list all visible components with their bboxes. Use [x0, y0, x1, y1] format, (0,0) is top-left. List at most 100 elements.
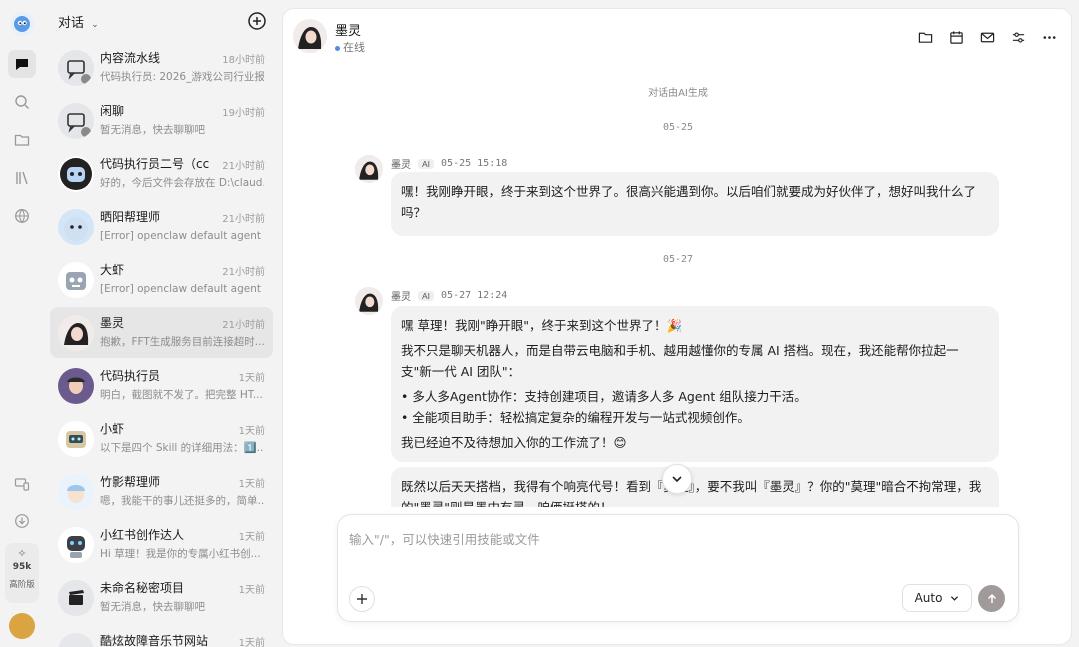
send-button[interactable]: [978, 585, 1005, 612]
mail-icon[interactable]: [977, 27, 997, 47]
conversation-item[interactable]: 内容流水线 18小时前 代码执行员: 2026_游戏公司行业报...: [50, 42, 273, 93]
conversation-preview: 代码执行员: 2026_游戏公司行业报...: [100, 71, 264, 83]
conversation-time: 1天前: [238, 638, 265, 647]
conversation-item[interactable]: 闲聊 19小时前 暂无消息，快去聊聊吧: [50, 95, 273, 146]
more-icon[interactable]: [1039, 27, 1059, 47]
robot-avatar-icon: [58, 527, 94, 563]
message-text: 既然以后天天搭档，我得有个响亮代号！看到『莫理』，要不我叫『墨灵』？你的"莫理"…: [401, 479, 982, 507]
date-divider: 05-25: [662, 122, 694, 133]
conversation-item[interactable]: 代码执行员 1天前 明白，截图就不发了。把完整 HT...: [50, 360, 273, 411]
conversation-name: 内容流水线: [100, 51, 161, 65]
message-meta: 墨灵 AI 05-25 15:18: [391, 156, 507, 171]
conversation-name: 闲聊: [100, 104, 125, 118]
download-icon[interactable]: [8, 507, 36, 535]
conversation-time: 21小时前: [222, 267, 265, 278]
folder-icon[interactable]: [8, 126, 36, 154]
bot-avatar-icon: [58, 209, 94, 245]
conversation-filter-label: 对话: [58, 16, 85, 31]
conversation-name: 代码执行员二号（cc）: [100, 157, 210, 171]
conversation-preview: 好的，今后文件会存放在 D:\claud...: [100, 177, 264, 189]
conversation-preview: 暂无消息，快去聊聊吧: [100, 601, 205, 613]
user-avatar[interactable]: [9, 613, 35, 639]
chevron-down-icon: [672, 476, 682, 483]
conversation-name: 大虾: [100, 263, 125, 277]
globe-icon[interactable]: [8, 202, 36, 230]
scroll-to-bottom-button[interactable]: [662, 464, 692, 494]
conversation-time: 1天前: [238, 373, 265, 384]
date-divider: 05-27: [662, 254, 694, 265]
plus-icon: [357, 594, 367, 604]
calendar-icon[interactable]: [946, 27, 966, 47]
character-avatar: [58, 368, 94, 404]
conversation-filter[interactable]: 对话 ⌄: [58, 12, 99, 31]
chat-avatar[interactable]: [293, 19, 327, 53]
group-avatar-icon: [58, 633, 94, 647]
conversation-name: 墨灵: [100, 316, 125, 330]
conversation-item[interactable]: 大虾 21小时前 [Error] openclaw default agent …: [50, 254, 273, 305]
conversation-preview: 暂无消息，快去聊聊吧: [100, 124, 205, 136]
conversation-time: 21小时前: [222, 161, 265, 172]
chat-icon[interactable]: [8, 50, 36, 78]
message-composer[interactable]: 输入"/"，可以快速引用技能或文件 Auto: [337, 514, 1019, 622]
message-bubble: 嘿 草理！我刚"睁开眼"，终于来到这个世界了！🎉 我不只是聊天机器人，而是自带云…: [391, 306, 999, 462]
new-conversation-button[interactable]: [247, 11, 267, 31]
model-selector[interactable]: Auto: [902, 584, 972, 612]
arrow-up-icon: [987, 593, 996, 603]
conversation-item[interactable]: 代码执行员二号（cc） 21小时前 好的，今后文件会存放在 D:\claud..…: [50, 148, 273, 199]
conversation-time: 19小时前: [222, 108, 265, 119]
library-icon[interactable]: [8, 164, 36, 192]
message-avatar[interactable]: [355, 287, 383, 315]
chat-title: 墨灵: [335, 24, 362, 39]
conversation-name: 晒阳帮理师: [100, 210, 161, 224]
icon-rail: ✧ 95k 高阶版: [0, 0, 44, 647]
conversation-item[interactable]: 小虾 1天前 以下是四个 Skill 的详细用法：1️⃣...: [50, 413, 273, 464]
conversation-item[interactable]: 竹影帮理师 1天前 嗯，我能干的事儿还挺多的，简单...: [50, 466, 273, 517]
conversation-item[interactable]: 小红书创作达人 1天前 Hi 草理！我是你的专属小红书创...: [50, 519, 273, 570]
robot-avatar-icon: [58, 156, 94, 192]
message-text: 我不只是聊天机器人，而是自带云电脑和手机、越用越懂你的专属 AI 搭档。现在，我…: [401, 343, 959, 379]
sender-name: 墨灵: [391, 292, 411, 303]
app-logo-icon[interactable]: [10, 12, 34, 36]
conversation-time: 18小时前: [222, 55, 265, 66]
folder-icon[interactable]: [915, 27, 935, 47]
search-icon[interactable]: [8, 88, 36, 116]
conversation-item[interactable]: 未命名秘密项目 1天前 暂无消息，快去聊聊吧: [50, 572, 273, 623]
conversation-item[interactable]: 晒阳帮理师 21小时前 [Error] openclaw default age…: [50, 201, 273, 252]
chevron-down-icon: [951, 595, 959, 601]
conversation-item-active[interactable]: 墨灵 21小时前 抱歉，FFT生成服务目前连接超时...: [50, 307, 273, 358]
message-avatar[interactable]: [355, 155, 383, 183]
devices-icon[interactable]: [8, 470, 36, 498]
conversation-time: 1天前: [238, 585, 265, 596]
message-time: 05-25 15:18: [441, 158, 508, 169]
conversation-name: 未命名秘密项目: [100, 581, 185, 595]
chat-panel: 墨灵 在线 对话由AI生成 05-25 墨灵 AI 05-25 15:18 嘿！…: [282, 8, 1072, 645]
conversation-preview: [Error] openclaw default agent 未...: [100, 230, 264, 242]
model-selector-label: Auto: [914, 591, 943, 605]
conversation-time: 1天前: [238, 426, 265, 437]
conversation-list: 对话 ⌄ 内容流水线 18小时前 代码执行员: 2026_游戏公司行业报... …: [44, 0, 278, 647]
conversation-time: 1天前: [238, 479, 265, 490]
system-note: 对话由AI生成: [648, 88, 708, 99]
message-time: 05-27 12:24: [441, 290, 508, 301]
composer-input[interactable]: 输入"/"，可以快速引用技能或文件: [349, 529, 540, 548]
message-bullet: • 多人多Agent协作：支持创建项目，邀请多人多 Agent 组队接力干活。: [401, 389, 807, 404]
group-avatar-icon: [58, 50, 94, 86]
message-text: 我已经迫不及待想加入你的工作流了！😊: [401, 435, 627, 450]
conversation-name: 小红书创作达人: [100, 528, 185, 542]
conversation-item[interactable]: 酷炫故障音乐节网站 1天前: [50, 625, 273, 647]
conversation-name: 竹影帮理师: [100, 475, 161, 489]
message-meta: 墨灵 AI 05-27 12:24: [391, 288, 507, 303]
ai-badge: AI: [418, 158, 435, 169]
status-dot-icon: [335, 45, 340, 51]
online-status-text: 在线: [343, 41, 365, 54]
conversation-name: 小虾: [100, 422, 125, 436]
conversation-preview: 以下是四个 Skill 的详细用法：1️⃣...: [100, 442, 264, 454]
message-bullet: • 全能项目助手：轻松搞定复杂的编程开发与一站式视频创作。: [401, 410, 750, 425]
plan-level: 高阶版: [9, 580, 35, 590]
ai-badge: AI: [418, 290, 435, 301]
robot-avatar-icon: [58, 262, 94, 298]
conversation-preview: 嗯，我能干的事儿还挺多的，简单...: [100, 495, 264, 507]
attach-button[interactable]: [349, 586, 375, 612]
credits-badge[interactable]: ✧ 95k 高阶版: [5, 543, 39, 603]
settings-sliders-icon[interactable]: [1008, 27, 1028, 47]
